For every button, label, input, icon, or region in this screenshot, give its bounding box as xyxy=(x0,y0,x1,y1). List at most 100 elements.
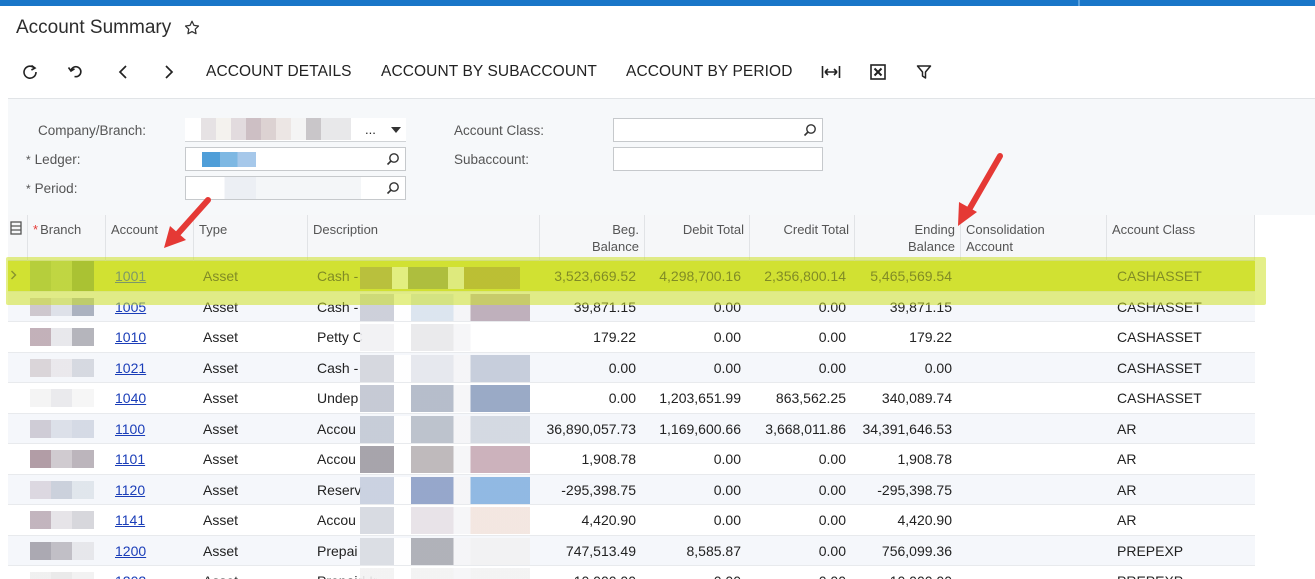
title-row: Account Summary xyxy=(16,16,201,40)
branch-cell-redacted xyxy=(30,511,94,529)
branch-cell-redacted xyxy=(30,480,94,499)
account-class-cell: AR xyxy=(1117,451,1137,467)
account-link[interactable]: 1040 xyxy=(115,383,175,413)
credit-total-cell: 0.00 xyxy=(818,451,846,467)
type-cell: Asset xyxy=(203,420,239,437)
account-link[interactable]: 1141 xyxy=(115,505,175,535)
branch-cell-redacted xyxy=(30,541,94,560)
ending-balance-cell: 10,000.00 xyxy=(855,566,952,579)
debit-total-cell: 1,203,651.99 xyxy=(659,390,741,406)
beg-balance-cell: 0.00 xyxy=(608,390,636,406)
description-redacted xyxy=(360,568,530,579)
account-class-field[interactable] xyxy=(613,118,823,142)
table-row[interactable]: 1141 Asset Accou 4,420.90 0.00 0.00 4,420.90 AR xyxy=(8,505,1255,536)
branch-cell-redacted xyxy=(30,572,94,579)
ending-balance-cell: 340,089.74 xyxy=(881,390,952,406)
table-row[interactable]: 1021 Asset Cash -0.00 0.00 0.00 0.00 CASHASSET xyxy=(8,352,1255,383)
column-debit-total[interactable]: Debit Total xyxy=(645,215,750,261)
account-by-subaccount-button[interactable]: ACCOUNT BY SUBACCOUNT xyxy=(381,56,597,88)
debit-total-cell: 0.00 xyxy=(713,481,741,498)
branch-cell-redacted xyxy=(30,328,94,346)
search-icon[interactable] xyxy=(803,123,817,137)
previous-icon[interactable] xyxy=(112,56,134,88)
ledger-field[interactable] xyxy=(185,147,406,171)
column-beg-balance[interactable]: Beg. Balance xyxy=(540,215,645,261)
column-description[interactable]: Description xyxy=(308,215,540,261)
company-branch-ellipsis: ... xyxy=(365,122,376,137)
type-cell: Asset xyxy=(203,451,239,467)
refresh-icon[interactable] xyxy=(18,56,42,88)
account-link[interactable]: 1200 xyxy=(115,536,175,566)
type-cell: Asset xyxy=(203,481,239,498)
red-arrow-icon xyxy=(164,197,211,248)
red-arrow-icon xyxy=(958,153,1003,226)
table-row[interactable]: 1120 Asset Reserv -295,398.75 0.00 0.00 -295,3… xyxy=(8,474,1255,505)
type-cell: Asset xyxy=(203,359,239,376)
top-bar-divider xyxy=(1078,0,1080,6)
table-row[interactable]: 1040 Asset Undep 0.00 1,203,651.99 863,562.25… xyxy=(8,383,1255,414)
column-account-class[interactable]: Account Class xyxy=(1107,215,1255,261)
account-class-cell: AR xyxy=(1117,420,1137,437)
filter-icon[interactable] xyxy=(912,56,936,88)
next-icon[interactable] xyxy=(158,56,180,88)
description-redacted xyxy=(360,324,530,351)
beg-balance-cell: 747,513.49 xyxy=(565,542,636,559)
search-icon[interactable] xyxy=(386,152,400,166)
debit-total-cell: 0.00 xyxy=(713,451,741,467)
export-excel-icon[interactable] xyxy=(866,56,890,88)
debit-total-cell: 0.00 xyxy=(645,566,741,579)
search-icon[interactable] xyxy=(386,181,400,195)
page-title: Account Summary xyxy=(16,17,172,38)
type-cell: Asset xyxy=(203,329,239,345)
table-row[interactable]: 1101 Asset Accou 1,908.78 0.00 0.00 1,908.78 AR xyxy=(8,444,1255,475)
account-class-cell: PREPEXP xyxy=(1117,566,1247,579)
period-field[interactable] xyxy=(185,176,406,200)
ending-balance-cell: 756,099.36 xyxy=(881,542,952,559)
table-row[interactable]: 1100 Asset Accou 36,890,057.73 1,169,600.66 3… xyxy=(8,413,1255,444)
account-class-label: Account Class: xyxy=(454,123,545,138)
required-mark: * xyxy=(26,153,31,167)
column-ending-balance[interactable]: Ending Balance xyxy=(855,215,961,261)
column-branch[interactable]: * Branch xyxy=(28,215,106,261)
column-settings-icon[interactable] xyxy=(8,215,28,261)
account-by-period-button[interactable]: ACCOUNT BY PERIOD xyxy=(626,56,793,88)
chevron-down-icon[interactable] xyxy=(391,127,401,133)
account-link[interactable]: 1100 xyxy=(115,414,175,444)
account-link[interactable]: 1101 xyxy=(115,444,175,474)
description-redacted xyxy=(360,415,530,443)
column-credit-total[interactable]: Credit Total xyxy=(750,215,855,261)
table-row[interactable]: 1202AssetPrepaid Insurance Expense10,000… xyxy=(8,566,1255,579)
description-redacted xyxy=(360,354,530,382)
ledger-label-text: Ledger: xyxy=(34,152,81,167)
undo-icon[interactable] xyxy=(63,56,87,88)
ending-balance-cell: 1,908.78 xyxy=(897,451,953,467)
ending-balance-cell: 0.00 xyxy=(924,359,952,376)
account-details-button[interactable]: ACCOUNT DETAILS xyxy=(206,56,352,88)
debit-total-cell: 0.00 xyxy=(713,359,741,376)
debit-total-cell: 0.00 xyxy=(713,329,741,345)
account-link[interactable]: 1202 xyxy=(115,566,175,579)
subaccount-field[interactable] xyxy=(613,147,823,171)
table-row[interactable]: 1200 Asset Prepai 747,513.49 8,585.87 0.00 756… xyxy=(8,535,1255,566)
account-link[interactable]: 1010 xyxy=(115,322,175,352)
branch-cell-redacted xyxy=(30,450,94,468)
type-cell: Asset xyxy=(203,566,303,579)
fit-to-screen-icon[interactable] xyxy=(819,56,843,88)
subaccount-label: Subaccount: xyxy=(454,152,530,167)
beg-balance-cell: 0.00 xyxy=(608,359,636,376)
description-redacted xyxy=(360,507,530,534)
account-link[interactable]: 1120 xyxy=(115,475,175,505)
table-row[interactable]: 1010 Asset Petty C 179.22 0.00 0.00 179.22 CASH… xyxy=(8,322,1255,353)
favorite-star-icon[interactable] xyxy=(183,19,201,37)
credit-total-cell: 0.00 xyxy=(750,566,846,579)
beg-balance-cell: 36,890,057.73 xyxy=(546,420,636,437)
company-branch-label: Company/Branch: xyxy=(38,123,147,138)
company-branch-value-redacted xyxy=(201,118,351,140)
type-cell: Asset xyxy=(203,542,239,559)
toolbar: ACCOUNT DETAILS ACCOUNT BY SUBACCOUNT AC… xyxy=(0,56,1315,88)
period-label: * Period: xyxy=(26,181,77,196)
branch-cell-redacted xyxy=(30,358,94,377)
account-link[interactable]: 1021 xyxy=(115,353,175,383)
company-branch-select[interactable]: ... xyxy=(185,118,406,142)
account-class-cell: AR xyxy=(1117,481,1137,498)
